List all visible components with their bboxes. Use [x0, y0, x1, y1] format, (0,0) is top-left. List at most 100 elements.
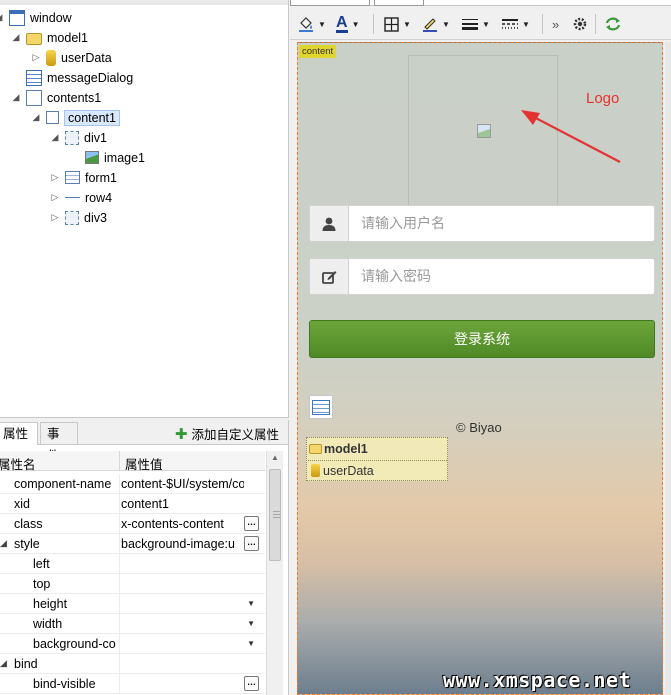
dropdown-arrow-icon[interactable]: ▼ — [442, 20, 450, 29]
add-custom-attribute-button[interactable]: ✚ 添加自定义属性 — [175, 424, 279, 443]
property-value[interactable]: x-contents-content — [121, 517, 244, 531]
edit-icon — [321, 270, 336, 284]
refresh-button[interactable] — [604, 14, 622, 34]
dropdown-arrow-icon[interactable]: ▼ — [482, 20, 490, 29]
tree-item-userdata[interactable]: ▷ userData — [30, 48, 112, 67]
collapse-triangle-icon[interactable]: ◢ — [0, 658, 7, 669]
collapse-triangle-icon[interactable]: ◢ — [10, 32, 22, 44]
borders-button[interactable]: ▼ — [384, 14, 411, 34]
tree-item-label: row4 — [85, 190, 113, 205]
tree-item-label: window — [30, 10, 72, 25]
property-name: style — [14, 537, 40, 551]
tree-item-label: form1 — [85, 170, 117, 185]
message-dialog-component[interactable] — [309, 395, 333, 419]
tree-item-window[interactable]: ◢ window — [0, 8, 72, 27]
fill-color-button[interactable]: ▼ — [298, 14, 326, 34]
tab-events[interactable]: 事件 — [40, 422, 78, 463]
canvas-scrollbar[interactable] — [665, 42, 671, 695]
property-row-bind-visible[interactable]: bind-visible … — [0, 674, 265, 694]
dropdown-arrow-icon[interactable]: ▼ — [318, 20, 326, 29]
property-row-width[interactable]: width ▼ — [0, 614, 265, 634]
expand-triangle-icon[interactable]: ▷ — [30, 52, 42, 64]
password-addon — [310, 259, 349, 294]
tree-item-contents1[interactable]: ◢ contents1 — [10, 88, 101, 107]
collapse-triangle-icon[interactable]: ◢ — [0, 538, 7, 549]
folder-icon — [309, 444, 322, 454]
content-icon — [46, 111, 59, 124]
content-tag[interactable]: content — [299, 45, 337, 58]
property-row-background-color[interactable]: background-co ▼ — [0, 634, 265, 654]
line-color-button[interactable]: ▼ — [422, 14, 450, 34]
row-divider — [119, 594, 120, 614]
property-row-top[interactable]: top — [0, 574, 265, 594]
tree-item-messagedialog[interactable]: messageDialog — [22, 68, 133, 87]
property-name: width — [33, 617, 63, 631]
password-input[interactable] — [350, 259, 654, 294]
tree-item-div1[interactable]: ◢ div1 — [49, 128, 107, 147]
line-width-button[interactable]: ▼ — [462, 14, 490, 34]
model-item[interactable]: model1 — [308, 439, 368, 459]
tree-item-image1[interactable]: image1 — [81, 148, 145, 167]
collapse-triangle-icon[interactable]: ◢ — [30, 112, 42, 124]
properties-scrollbar[interactable]: ▲ — — — — [266, 451, 283, 695]
form-icon — [65, 171, 80, 184]
bind-visible-edit-button[interactable]: … — [244, 676, 259, 691]
userdata-item[interactable]: userData — [308, 460, 447, 480]
property-row-height[interactable]: height ▼ — [0, 594, 265, 614]
collapse-triangle-icon[interactable]: ◢ — [10, 92, 22, 104]
collapse-triangle-icon[interactable]: ◢ — [0, 12, 5, 24]
property-name: bind-visible — [33, 677, 96, 691]
font-color-button[interactable]: A ▼ — [336, 14, 359, 34]
login-button[interactable]: 登录系统 — [309, 320, 655, 358]
scrollbar-thumb[interactable]: — — — — [269, 469, 281, 561]
refresh-icon — [605, 17, 621, 31]
settings-button[interactable] — [572, 14, 588, 34]
property-row-class[interactable]: class x-contents-content … — [0, 514, 265, 534]
dropdown-arrow-icon[interactable]: ▼ — [247, 599, 255, 608]
line-style-button[interactable]: ▼ — [502, 14, 530, 34]
annotation-arrow — [521, 110, 621, 163]
design-canvas[interactable]: content Logo 请输入用户名 登录系统 © Biyao model1 … — [297, 42, 663, 695]
dropdown-arrow-icon[interactable]: ▼ — [247, 619, 255, 628]
scroll-up-arrow-icon[interactable]: ▲ — [271, 453, 279, 462]
tree-item-form1[interactable]: ▷ form1 — [49, 168, 117, 187]
property-row-bind[interactable]: ◢ bind — [0, 654, 265, 674]
property-row-left[interactable]: left — [0, 554, 265, 574]
property-row-xid[interactable]: xid content1 — [0, 494, 265, 514]
property-value[interactable]: content-$UI/system/con — [121, 477, 244, 491]
chevron-double-right-icon: » — [552, 16, 560, 32]
property-name: component-name — [14, 477, 112, 491]
model-component-box[interactable]: model1 userData — [306, 437, 448, 481]
tree-item-content1[interactable]: ◢ content1 — [30, 108, 120, 127]
property-value[interactable]: content1 — [121, 497, 244, 511]
tree-item-div3[interactable]: ▷ div3 — [49, 208, 107, 227]
dropdown-arrow-icon[interactable]: ▼ — [352, 20, 360, 29]
expand-triangle-icon[interactable]: ▷ — [49, 192, 61, 204]
username-input[interactable] — [350, 206, 654, 241]
tree-item-model1[interactable]: ◢ model1 — [10, 28, 88, 47]
expand-triangle-icon[interactable]: ▷ — [49, 172, 61, 184]
property-value[interactable]: background-image:u — [121, 537, 244, 551]
more-tools-button[interactable]: » — [552, 14, 559, 34]
column-divider[interactable] — [119, 451, 120, 471]
property-row-style[interactable]: ◢ style background-image:u … — [0, 534, 265, 554]
data-icon — [46, 49, 56, 66]
dropdown-arrow-icon[interactable]: ▼ — [403, 20, 411, 29]
tree-item-row4[interactable]: ▷ row4 — [49, 188, 113, 207]
style-edit-button[interactable]: … — [244, 536, 259, 551]
font-family-select[interactable] — [290, 0, 370, 6]
dropdown-arrow-icon[interactable]: ▼ — [522, 20, 530, 29]
collapse-triangle-icon[interactable]: ◢ — [49, 132, 61, 144]
expand-triangle-icon[interactable]: ▷ — [49, 212, 61, 224]
font-size-select[interactable] — [374, 0, 424, 6]
dropdown-arrow-icon[interactable]: ▼ — [247, 639, 255, 648]
tab-properties[interactable]: 属性 — [0, 422, 38, 445]
class-edit-button[interactable]: … — [244, 516, 259, 531]
row-divider — [119, 634, 120, 654]
pen-icon — [423, 18, 437, 32]
tree-item-label: div3 — [84, 210, 107, 225]
toolbar-separator — [542, 14, 543, 34]
property-row-component-name[interactable]: component-name content-$UI/system/con — [0, 474, 265, 494]
user-icon — [322, 217, 336, 231]
paint-bucket-icon — [299, 17, 313, 32]
